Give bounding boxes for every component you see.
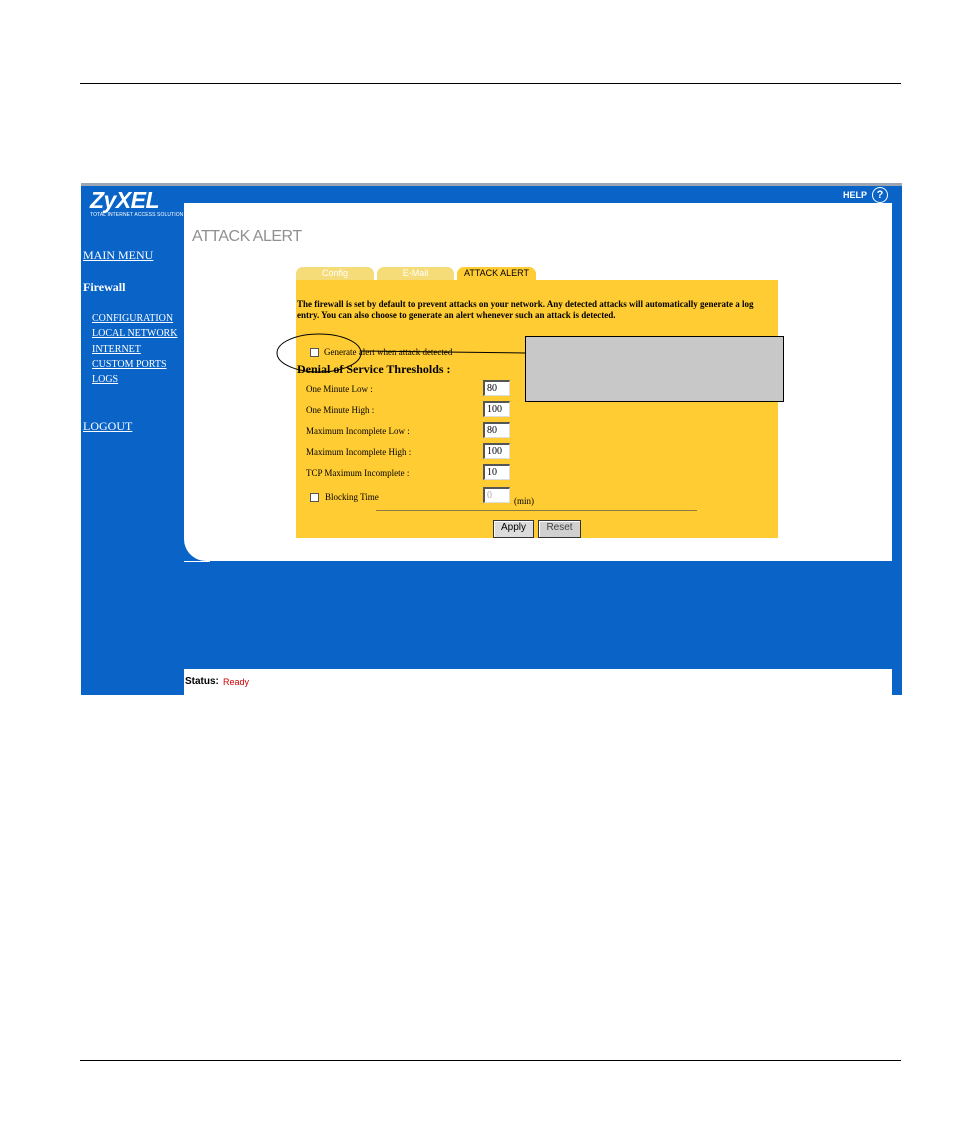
tcp-max-incomplete-input[interactable]: 10 [483,464,510,480]
form-divider [376,510,697,511]
zyxel-logo: ZyXEL TOTAL INTERNET ACCESS SOLUTION [90,188,183,218]
tab-attack-alert[interactable]: ATTACK ALERT [457,267,536,280]
one-minute-low-input[interactable]: 80 [483,380,510,396]
status-value: Ready [223,677,250,687]
one-minute-low-label: One Minute Low : [306,384,373,394]
logout-link[interactable]: LOGOUT [83,419,132,434]
router-web-ui: ZyXEL TOTAL INTERNET ACCESS SOLUTION MAI… [81,183,902,695]
tab-config[interactable]: Config [296,267,374,280]
panel-bottom-edge [184,561,210,562]
status-label: Status: [185,676,219,687]
generate-alert-label: Generate alert when attack detected [324,347,453,357]
sidebar-item-logs[interactable]: LOGS [92,374,118,385]
status-bar: Status: Ready [184,669,892,695]
blocking-time-input[interactable]: 0 [483,487,510,503]
sidebar-nav: ZyXEL TOTAL INTERNET ACCESS SOLUTION MAI… [81,183,184,695]
sidebar-item-internet[interactable]: INTERNET [92,344,141,355]
one-minute-high-input[interactable]: 100 [483,401,510,417]
blocking-time-row: Blocking Time [310,492,379,502]
max-incomplete-high-label: Maximum Incomplete High : [306,447,412,457]
tab-email[interactable]: E-Mail [377,267,454,280]
max-incomplete-high-input[interactable]: 100 [483,443,510,459]
reset-button[interactable]: Reset [538,520,581,538]
sidebar-item-configuration[interactable]: CONFIGURATION [92,313,173,324]
form-description: The firewall is set by default to preven… [297,299,754,320]
page-title: ATTACK ALERT [192,228,302,245]
firewall-section-title: Firewall [83,280,126,294]
question-circle-icon[interactable]: ? [872,187,888,203]
logo-tagline: TOTAL INTERNET ACCESS SOLUTION [90,212,184,218]
callout-box [525,336,784,402]
max-incomplete-low-input[interactable]: 80 [483,422,510,438]
blocking-time-unit: (min) [514,496,534,506]
max-incomplete-low-label: Maximum Incomplete Low : [306,426,410,436]
dos-thresholds-title: Denial of Service Thresholds : [297,362,451,376]
top-rule [80,83,901,84]
blocking-time-checkbox[interactable] [310,492,319,502]
blocking-time-label: Blocking Time [325,492,379,502]
apply-button[interactable]: Apply [493,520,534,538]
window-top-border [81,183,902,186]
generate-alert-checkbox[interactable] [310,347,319,357]
generate-alert-row: Generate alert when attack detected [310,347,452,357]
one-minute-high-label: One Minute High : [306,405,375,415]
bottom-rule [80,1060,901,1061]
help-button[interactable]: HELP ? [843,187,888,203]
help-label: HELP [842,190,867,200]
attack-alert-form: The firewall is set by default to preven… [296,280,778,538]
sidebar-item-custom-ports[interactable]: CUSTOM PORTS [92,359,167,370]
tcp-max-incomplete-label: TCP Maximum Incomplete : [306,468,410,478]
logo-text: ZyXEL [90,187,160,213]
sidebar-item-local-network[interactable]: LOCAL NETWORK [92,328,177,339]
main-menu-link[interactable]: MAIN MENU [83,248,153,263]
